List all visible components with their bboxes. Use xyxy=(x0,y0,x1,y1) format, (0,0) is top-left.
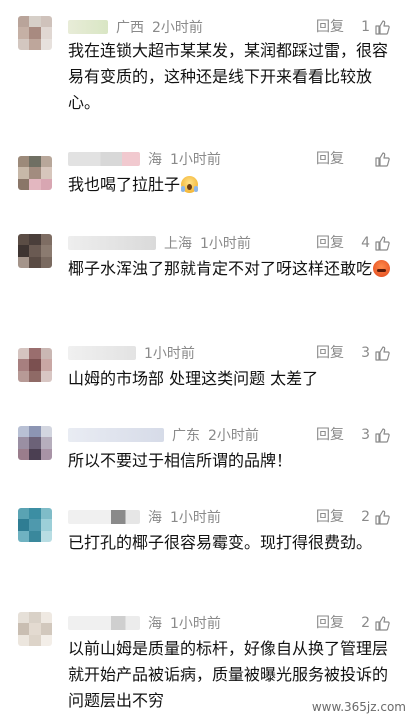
like-count: 4 xyxy=(361,235,370,251)
comment-meta: 上海 1小时前 xyxy=(68,232,251,254)
avatar[interactable] xyxy=(18,612,52,646)
reply-button[interactable]: 回复 xyxy=(316,342,344,364)
location: 海 xyxy=(148,510,162,526)
thumbs-up-icon xyxy=(375,510,390,525)
thumbs-up-icon xyxy=(375,616,390,631)
comment-text: 所以不要过于相信所谓的品牌！ xyxy=(68,451,293,470)
username-blurred[interactable] xyxy=(68,20,108,34)
like-button[interactable]: 2 xyxy=(361,612,390,634)
comment-text: 已打孔的椰子很容易霉变。现打得很费劲。 xyxy=(68,533,373,552)
thumbs-up-icon xyxy=(375,236,390,251)
scream-emoji-icon xyxy=(181,176,199,193)
username-blurred[interactable] xyxy=(68,428,164,442)
timestamp: 1小时前 xyxy=(170,152,221,168)
thumbs-up-icon xyxy=(375,152,390,167)
thumbs-up-icon xyxy=(375,20,390,35)
comment-meta: 海 1小时前 xyxy=(68,148,221,170)
reply-button[interactable]: 回复 xyxy=(316,232,344,254)
thumbs-up-icon xyxy=(375,428,390,443)
location: 上海 xyxy=(164,236,192,252)
reply-button[interactable]: 回复 xyxy=(316,16,344,38)
comment-text: 我在连锁大超市某某发，某润都踩过雷，很容易有变质的，这种还是线下开来看看比较放心… xyxy=(68,41,389,112)
comment-meta: 广西 2小时前 xyxy=(68,16,203,38)
comment-meta: 海 1小时前 xyxy=(68,612,221,634)
username-blurred[interactable] xyxy=(68,616,140,630)
angry-emoji-icon xyxy=(373,260,391,277)
avatar[interactable] xyxy=(18,508,52,542)
comment-meta: 1小时前 xyxy=(68,342,195,364)
timestamp: 1小时前 xyxy=(170,510,221,526)
location: 海 xyxy=(148,616,162,632)
comment-text: 椰子水浑浊了那就肯定不对了呀这样还敢吃 xyxy=(68,256,398,282)
avatar[interactable] xyxy=(18,16,52,50)
like-button[interactable]: 3 xyxy=(361,424,390,446)
comment-meta: 海 1小时前 xyxy=(68,506,221,528)
comment-text-content: 椰子水浑浊了那就肯定不对了呀这样还敢吃 xyxy=(68,259,373,278)
location: 广西 xyxy=(116,20,144,36)
username-blurred[interactable] xyxy=(68,152,140,166)
timestamp: 1小时前 xyxy=(170,616,221,632)
comment-meta: 广东 2小时前 xyxy=(68,424,259,446)
like-count: 3 xyxy=(361,345,370,361)
comment-text: 山姆的市场部 处理这类问题 太差了 xyxy=(68,369,319,388)
thumbs-up-icon xyxy=(375,346,390,361)
like-count: 2 xyxy=(361,509,370,525)
reply-button[interactable]: 回复 xyxy=(316,612,344,634)
watermark: www.365jz.com xyxy=(311,700,406,714)
username-blurred[interactable] xyxy=(68,236,156,250)
like-button[interactable]: 2 xyxy=(361,506,390,528)
location: 广东 xyxy=(172,428,200,444)
like-count: 2 xyxy=(361,615,370,631)
timestamp: 2小时前 xyxy=(208,428,259,444)
like-button[interactable]: 1 xyxy=(361,16,390,38)
reply-button[interactable]: 回复 xyxy=(316,148,344,170)
username-blurred[interactable] xyxy=(68,510,140,524)
reply-button[interactable]: 回复 xyxy=(316,506,344,528)
timestamp: 2小时前 xyxy=(152,20,203,36)
timestamp: 1小时前 xyxy=(144,346,195,362)
reply-button[interactable]: 回复 xyxy=(316,424,344,446)
like-button[interactable] xyxy=(370,148,390,170)
avatar[interactable] xyxy=(18,234,52,268)
location: 海 xyxy=(148,152,162,168)
timestamp: 1小时前 xyxy=(200,236,251,252)
comment-text: 我也喝了拉肚子 xyxy=(68,172,398,198)
avatar[interactable] xyxy=(18,156,52,190)
like-count: 1 xyxy=(361,19,370,35)
avatar[interactable] xyxy=(18,348,52,382)
like-button[interactable]: 4 xyxy=(361,232,390,254)
avatar[interactable] xyxy=(18,426,52,460)
comment-text-content: 我也喝了拉肚子 xyxy=(68,175,181,194)
username-blurred[interactable] xyxy=(68,346,136,360)
like-count: 3 xyxy=(361,427,370,443)
like-button[interactable]: 3 xyxy=(361,342,390,364)
